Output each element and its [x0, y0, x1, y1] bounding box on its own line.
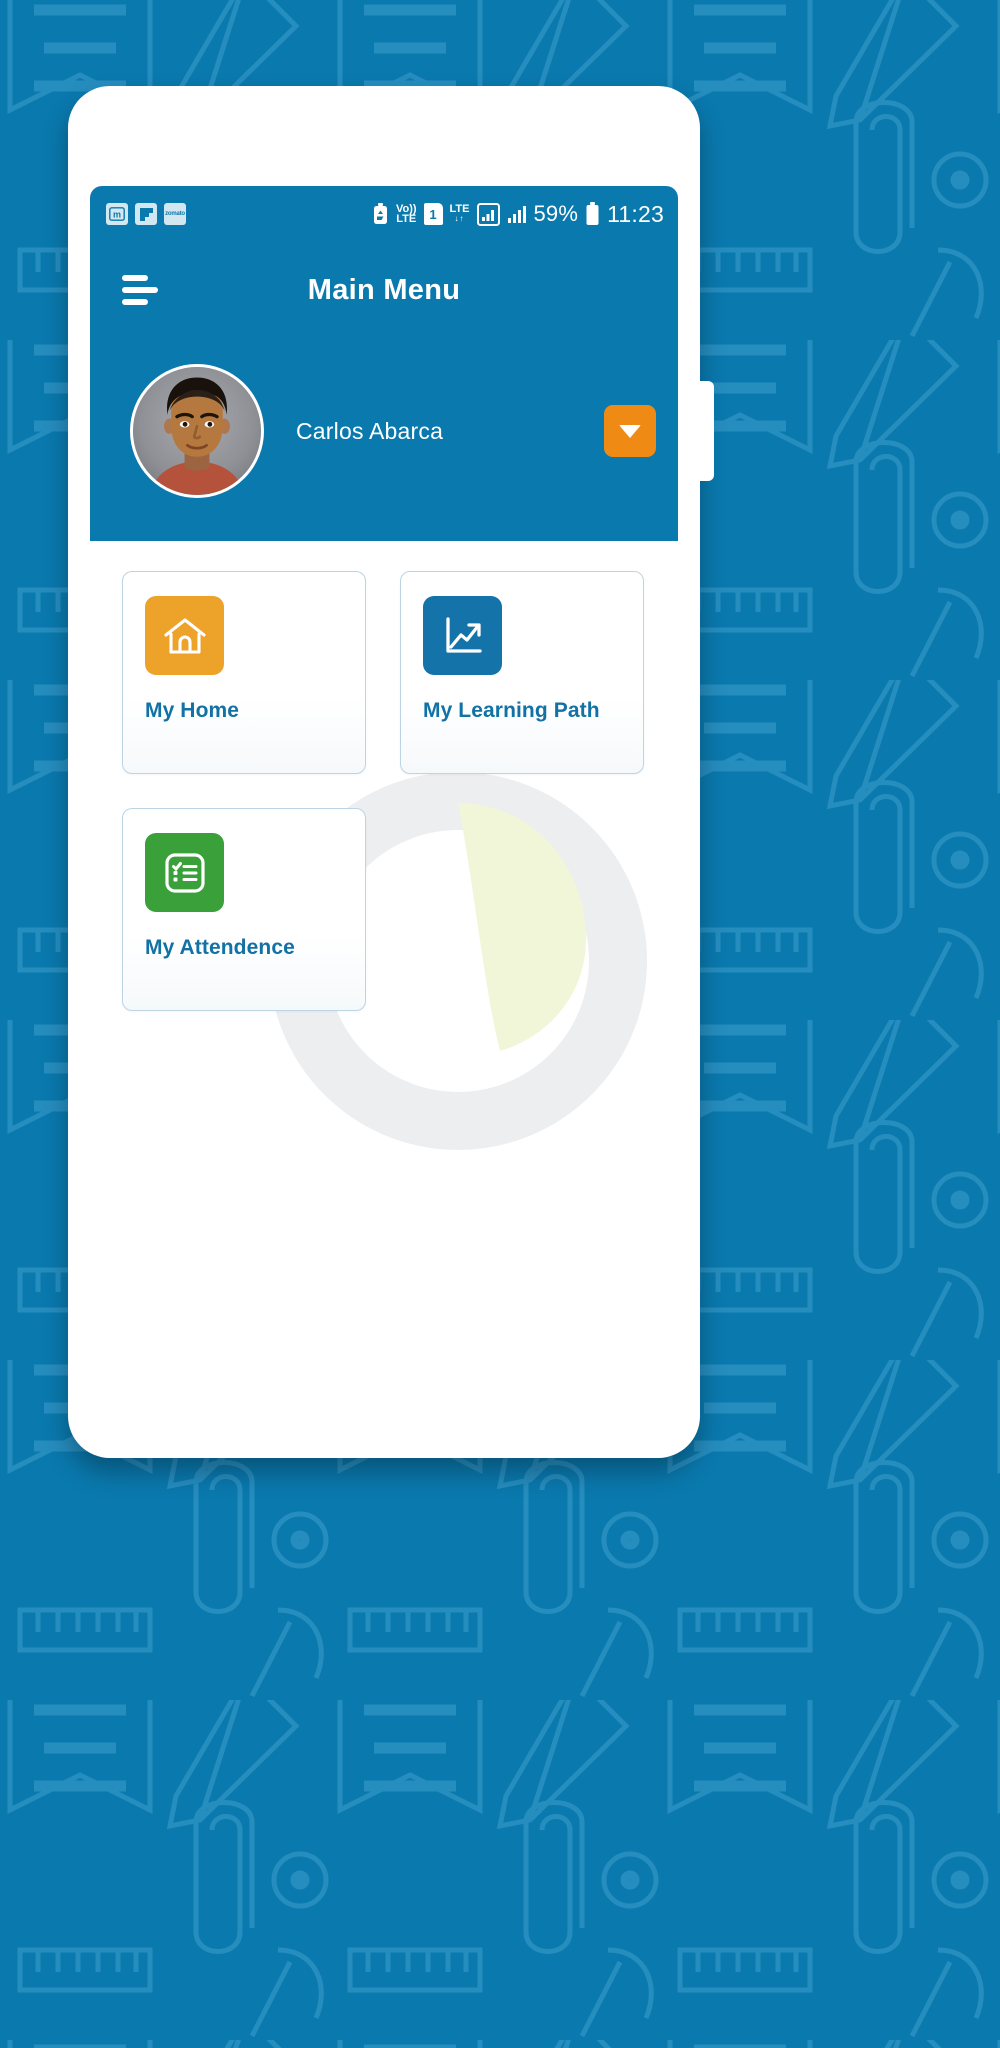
- page-root: m zomato Vo)) LTE 1 LTE ↓↑ 59% 11:23 Mai…: [0, 0, 1000, 2048]
- hamburger-line-1: [122, 275, 148, 281]
- phone-power-button[interactable]: [698, 381, 714, 481]
- avatar[interactable]: [130, 364, 264, 498]
- home-icon: [163, 617, 206, 654]
- svg-text:m: m: [113, 209, 121, 219]
- sim-1-icon: 1: [423, 203, 443, 225]
- medium-notification-icon: m: [106, 203, 128, 225]
- phone-frame: m zomato Vo)) LTE 1 LTE ↓↑ 59% 11:23 Mai…: [68, 86, 700, 1458]
- hamburger-line-3: [122, 299, 148, 305]
- profile-dropdown-button[interactable]: [604, 405, 656, 457]
- trending-up-chart-icon: [445, 616, 482, 653]
- attendance-icon-tile: [145, 833, 224, 912]
- learning-path-icon-tile: [423, 596, 502, 675]
- hamburger-line-2: [122, 287, 158, 293]
- menu-card-my-learning-path[interactable]: My Learning Path: [400, 571, 644, 774]
- lte-data-icon: LTE ↓↑: [449, 203, 470, 224]
- menu-card-my-home[interactable]: My Home: [122, 571, 366, 774]
- flipboard-notification-icon: [135, 203, 157, 225]
- page-title: Main Menu: [307, 273, 461, 306]
- chevron-down-icon: [619, 424, 641, 438]
- menu-card-label: My Home: [145, 699, 240, 722]
- volte-icon: Vo)) LTE: [395, 202, 417, 225]
- home-icon-tile: [145, 596, 224, 675]
- status-bar: m zomato Vo)) LTE 1 LTE ↓↑ 59% 11:23: [90, 186, 678, 242]
- app-header: m zomato Vo)) LTE 1 LTE ↓↑ 59% 11:23 Mai…: [90, 186, 678, 541]
- profile-row: Carlos Abarca: [90, 351, 678, 511]
- student-name-label: Carlos Abarca: [296, 417, 444, 444]
- status-bar-notifications: m zomato: [106, 203, 186, 225]
- hamburger-menu-icon[interactable]: [122, 275, 158, 305]
- menu-card-label: My Learning Path: [423, 699, 600, 722]
- data-saver-icon: [372, 203, 389, 225]
- checklist-icon: [164, 852, 205, 893]
- battery-icon: [585, 202, 600, 226]
- zomato-notification-icon: zomato: [164, 203, 186, 225]
- signal-sim1-icon: [476, 202, 500, 226]
- title-bar: Main Menu: [90, 242, 678, 338]
- menu-card-grid: My Home My Learning Path My Attendence: [122, 571, 652, 1011]
- menu-card-label: My Attendence: [145, 936, 295, 959]
- signal-sim2-icon: [507, 204, 527, 224]
- clock-label: 11:23: [607, 200, 664, 227]
- battery-percent-label: 59%: [533, 201, 579, 226]
- status-bar-system-icons: Vo)) LTE 1 LTE ↓↑ 59% 11:23: [372, 201, 664, 228]
- menu-card-my-attendence[interactable]: My Attendence: [122, 808, 366, 1011]
